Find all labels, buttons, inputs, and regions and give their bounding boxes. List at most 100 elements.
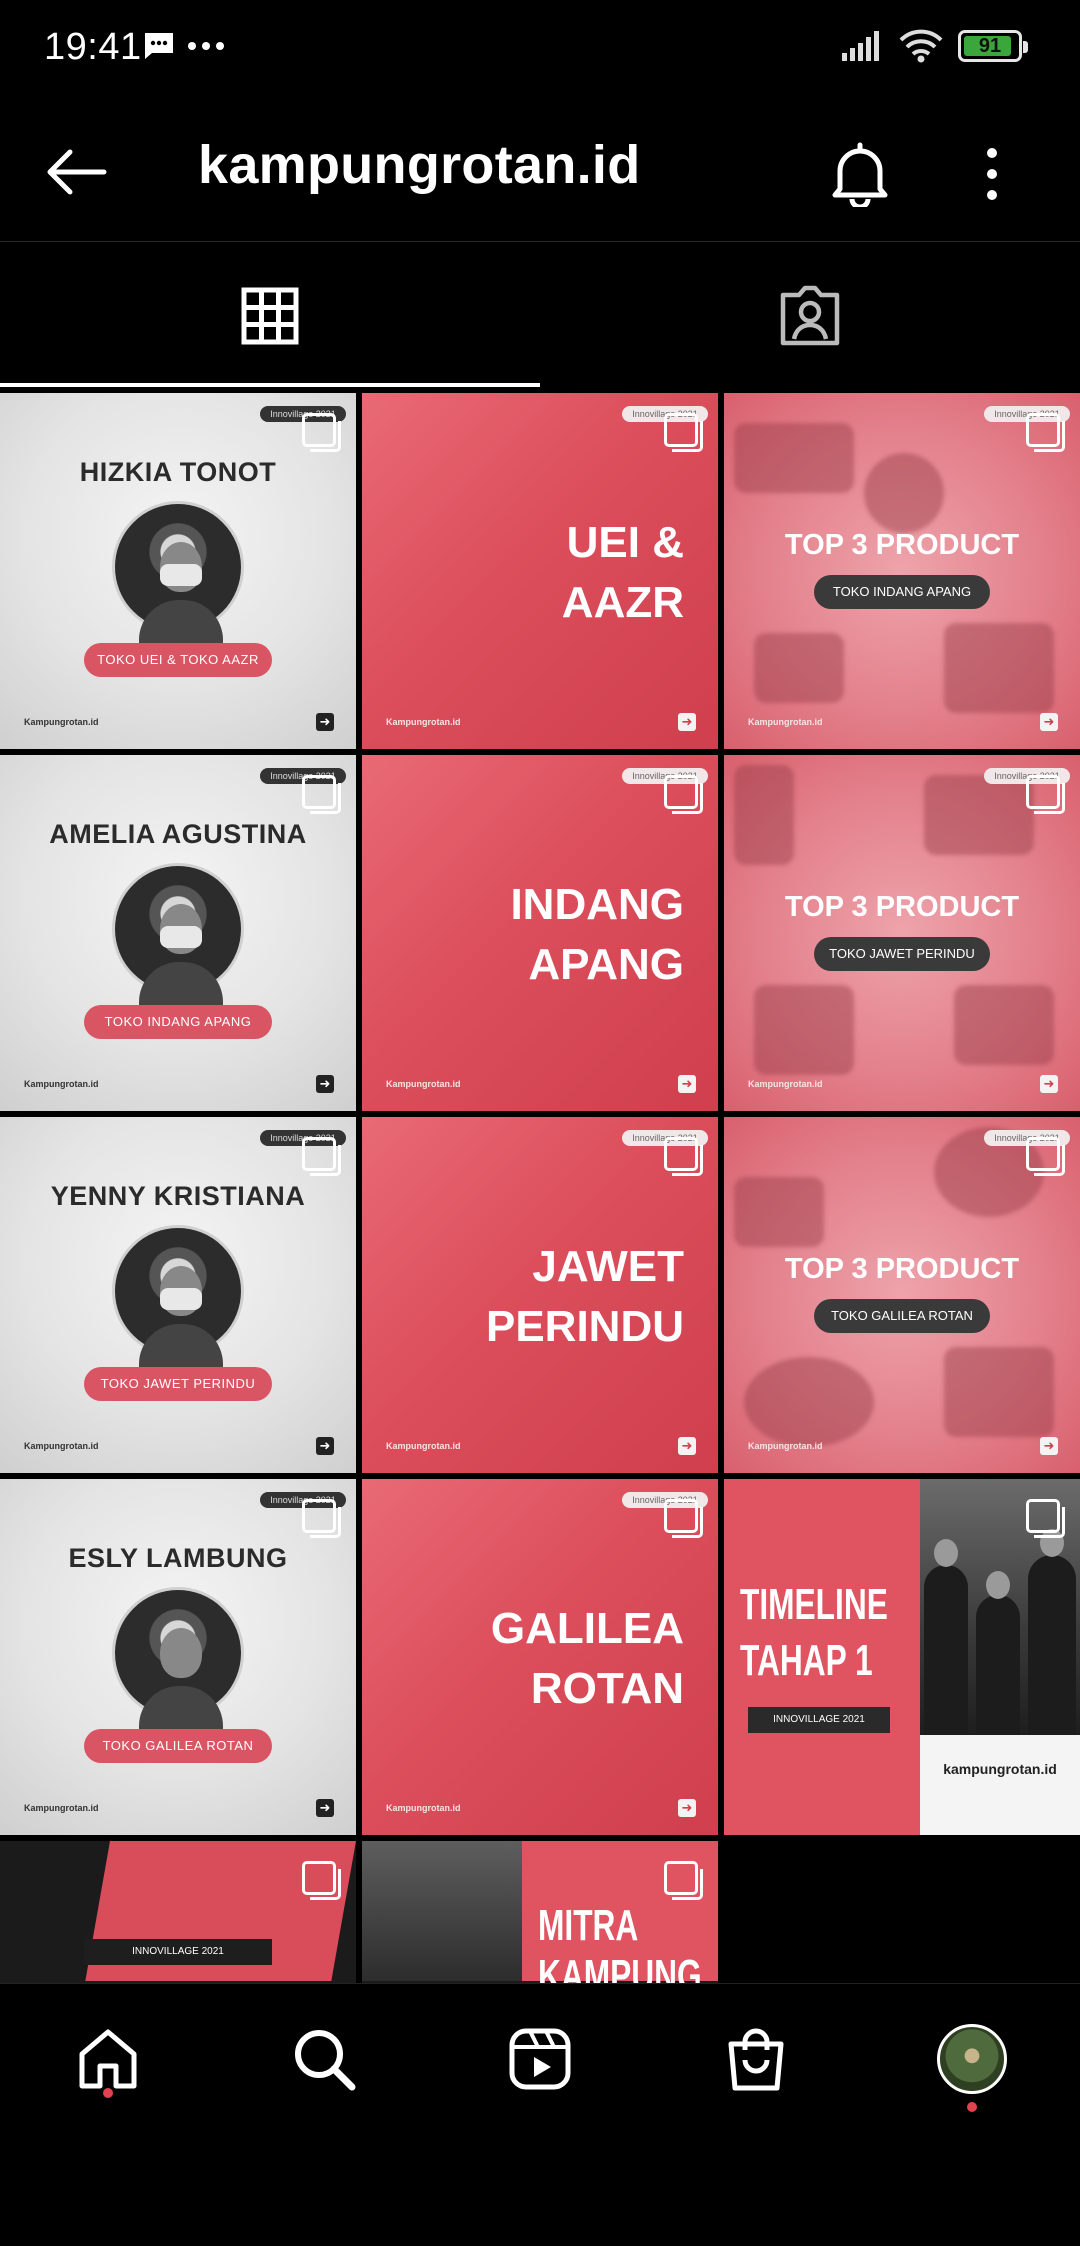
post-tile[interactable]: Innovillage 2021 AMELIA AGUSTINA TOKO IN…	[0, 755, 356, 1111]
carousel-icon	[302, 775, 341, 814]
signal-icon	[842, 31, 879, 61]
carousel-icon	[1026, 1137, 1065, 1176]
store-pill: TOKO GALILEA ROTAN	[84, 1729, 272, 1763]
innovillage-label: INNOVILLAGE 2021	[84, 1939, 272, 1965]
post-tile[interactable]: TIMELINE TAHAP 1 INNOVILLAGE 2021 kampun…	[724, 1479, 1080, 1835]
bell-icon	[832, 142, 888, 207]
nav-home[interactable]	[48, 1984, 168, 2134]
post-tile[interactable]: Innovillage 2021 TOP 3 PRODUCT TOKO GALI…	[724, 1117, 1080, 1473]
person-photo	[112, 1225, 244, 1368]
post-footer-brand: Kampungrotan.id	[386, 717, 461, 727]
grid-icon	[241, 287, 299, 345]
person-photo	[112, 863, 244, 1006]
nav-profile[interactable]	[912, 1984, 1032, 2134]
post-footer-brand: Kampungrotan.id	[386, 1441, 461, 1451]
tagged-person-icon	[780, 285, 840, 346]
reels-icon	[509, 2028, 571, 2090]
group-photo	[362, 1841, 522, 1981]
post-title: INDANG APANG	[510, 880, 684, 989]
post-title: TOP 3 PRODUCT	[784, 529, 1020, 561]
post-tile[interactable]: Innovillage 2021 TOP 3 PRODUCT TOKO JAWE…	[724, 755, 1080, 1111]
back-button[interactable]	[36, 132, 116, 212]
notification-dot	[967, 2102, 977, 2112]
active-tab-indicator	[0, 383, 540, 387]
battery-icon: 91	[958, 30, 1028, 62]
arrow-right-icon: ➜	[678, 1437, 696, 1455]
carousel-icon	[1026, 413, 1065, 452]
nav-reels[interactable]	[480, 1984, 600, 2134]
carousel-icon	[302, 1137, 341, 1176]
post-person-name: ESLY LAMBUNG	[68, 1543, 288, 1573]
store-pill: TOKO JAWET PERINDU	[84, 1367, 272, 1401]
nav-search[interactable]	[264, 1984, 384, 2134]
notifications-button[interactable]	[818, 132, 902, 216]
post-tile[interactable]: Innovillage 2021 INDANG APANG Kampungrota…	[362, 755, 718, 1111]
post-tile[interactable]: Innovillage 2021 JAWET PERINDU Kampungrot…	[362, 1117, 718, 1473]
post-tile[interactable]: Innovillage 2021 UEI & AAZR Kampungrotan.…	[362, 393, 718, 749]
post-footer-brand: Kampungrotan.id	[386, 1079, 461, 1089]
carousel-icon	[664, 775, 703, 814]
store-pill: TOKO JAWET PERINDU	[814, 937, 990, 971]
message-icon	[145, 33, 173, 59]
more-options-button[interactable]	[952, 132, 1032, 216]
post-footer-brand: Kampungrotan.id	[748, 1441, 823, 1451]
arrow-right-icon: ➜	[678, 713, 696, 731]
search-icon	[295, 2030, 356, 2091]
post-tile[interactable]: Innovillage 2021 TOP 3 PRODUCT TOKO INDA…	[724, 393, 1080, 749]
post-tile[interactable]: Innovillage 2021 YENNY KRISTIANA TOKO JA…	[0, 1117, 356, 1473]
carousel-icon	[664, 413, 703, 452]
carousel-icon	[302, 1861, 341, 1900]
post-person-name: AMELIA AGUSTINA	[49, 819, 307, 849]
carousel-icon	[664, 1861, 703, 1900]
post-tile[interactable]: Innovillage 2021 HIZKIA TONOT TOKO UEI &…	[0, 393, 356, 749]
timeline-footer	[920, 1735, 1080, 1835]
carousel-icon	[664, 1137, 703, 1176]
arrow-right-icon: ➜	[1040, 1437, 1058, 1455]
post-title: GALILEA ROTAN	[490, 1604, 684, 1713]
post-title: TIMELINE TAHAP 1	[740, 1580, 888, 1685]
arrow-right-icon: ➜	[316, 1799, 334, 1817]
arrow-right-icon: ➜	[1040, 713, 1058, 731]
tab-posts[interactable]	[0, 243, 540, 389]
shop-bag-icon	[728, 2028, 784, 2091]
innovillage-label: INNOVILLAGE 2021	[748, 1707, 890, 1733]
profile-tabs	[0, 243, 1080, 389]
post-person-name: HIZKIA TONOT	[79, 457, 277, 487]
post-tile[interactable]: MITRA KAMPUNG	[362, 1841, 718, 1983]
bottom-navigation	[0, 1983, 1080, 2133]
store-pill: TOKO GALILEA ROTAN	[814, 1299, 990, 1333]
person-photo	[112, 1587, 244, 1730]
more-vertical-icon	[987, 148, 997, 200]
home-icon	[79, 2029, 137, 2089]
nav-shop[interactable]	[696, 1984, 816, 2134]
more-dots-icon	[188, 42, 224, 50]
store-pill: TOKO INDANG APANG	[814, 575, 990, 609]
status-right-icons: 91	[840, 28, 1028, 64]
post-tile[interactable]: Innovillage 2021 GALILEA ROTAN Kampungrot…	[362, 1479, 718, 1835]
arrow-right-icon: ➜	[678, 1799, 696, 1817]
arrow-right-icon: ➜	[316, 1437, 334, 1455]
profile-username: kampungrotan.id	[198, 135, 641, 195]
arrow-right-icon: ➜	[316, 713, 334, 731]
post-footer-brand: Kampungrotan.id	[748, 717, 823, 727]
post-footer-brand: Kampungrotan.id	[24, 1803, 99, 1813]
battery-level: 91	[978, 34, 1002, 57]
tab-tagged[interactable]	[540, 243, 1080, 389]
store-pill: TOKO UEI & TOKO AAZR	[84, 643, 272, 677]
post-tile[interactable]: Innovillage 2021 ESLY LAMBUNG TOKO GALIL…	[0, 1479, 356, 1835]
person-photo	[112, 501, 244, 644]
carousel-icon	[1026, 775, 1065, 814]
status-bar: 19:41 91	[0, 0, 1080, 96]
notification-dot	[103, 2088, 113, 2098]
post-footer-brand: kampungrotan.id	[943, 1761, 1057, 1777]
status-time: 19:41	[44, 26, 142, 68]
carousel-icon	[1026, 1499, 1065, 1538]
carousel-icon	[302, 1499, 341, 1538]
back-arrow-icon	[47, 149, 107, 195]
post-title: UEI & AAZR	[561, 518, 684, 627]
post-tile[interactable]: INNOVILLAGE 2021	[0, 1841, 356, 1983]
post-footer-brand: Kampungrotan.id	[24, 1079, 99, 1089]
status-left-icons	[142, 30, 226, 62]
post-title: MITRA KAMPUNG	[538, 1901, 702, 1983]
post-person-name: YENNY KRISTIANA	[50, 1181, 306, 1211]
